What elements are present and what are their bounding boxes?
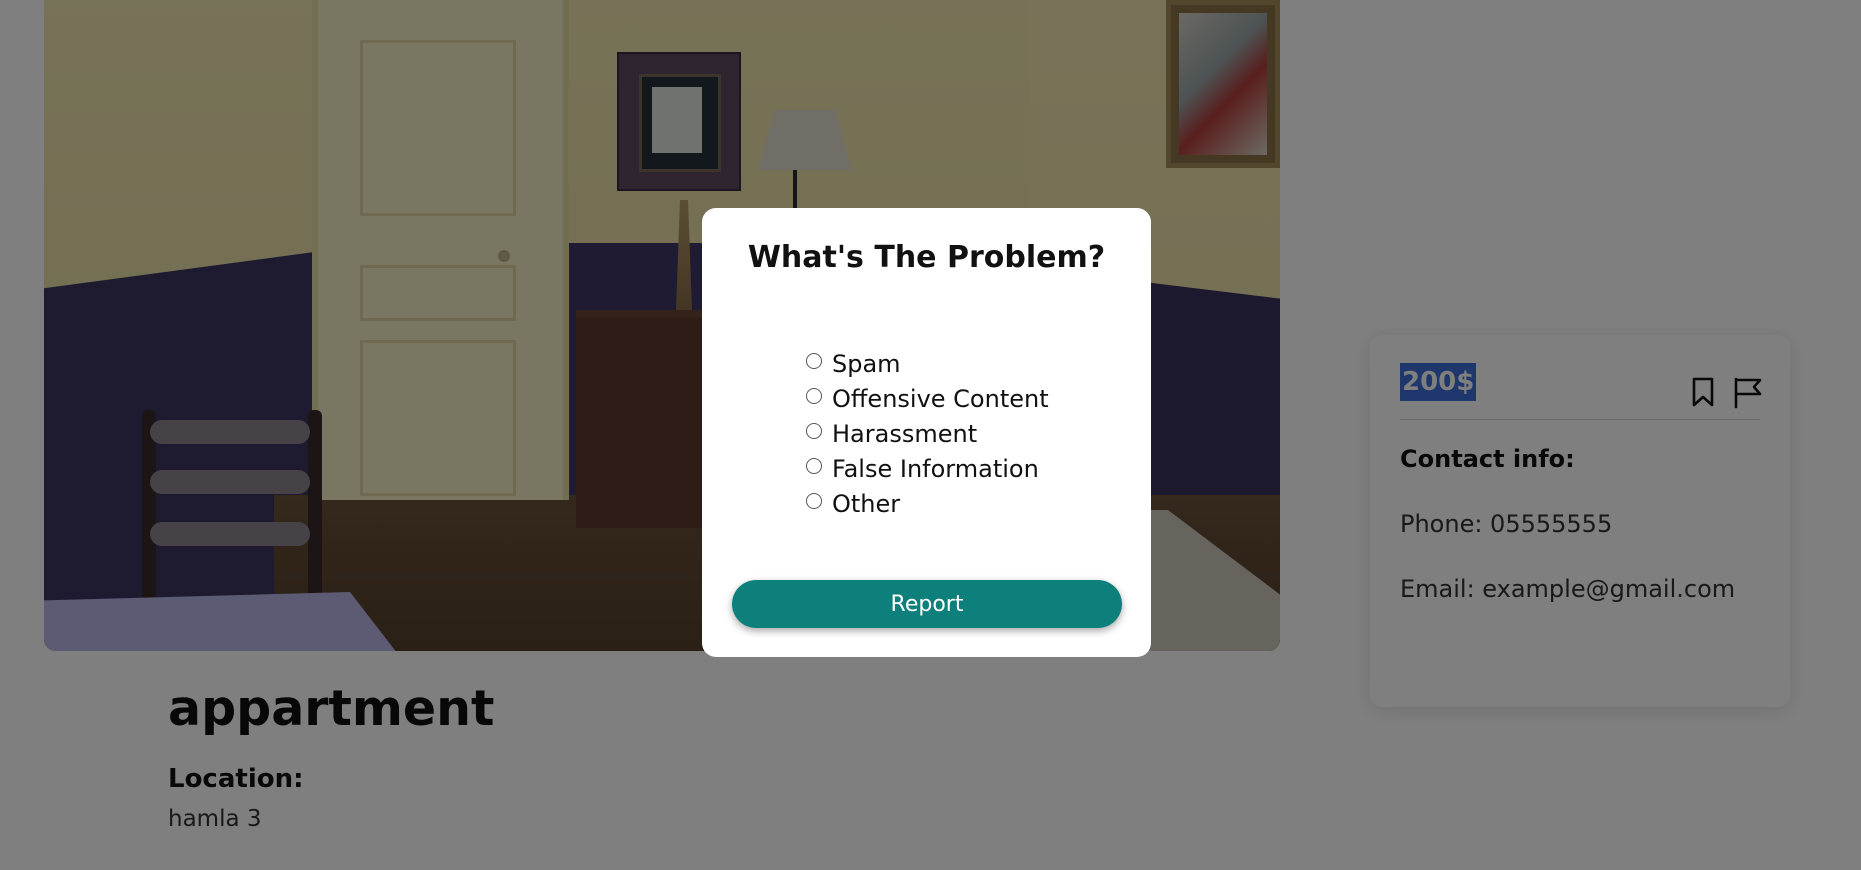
radio-button[interactable] [806, 457, 822, 474]
option-harassment[interactable]: Harassment [806, 416, 1049, 451]
report-reason-options: Spam Offensive Content Harassment False … [806, 346, 1049, 521]
option-label: Other [832, 489, 901, 518]
report-modal: What's The Problem? Spam Offensive Conte… [702, 208, 1151, 657]
option-label: False Information [832, 454, 1039, 483]
option-false-information[interactable]: False Information [806, 451, 1049, 486]
option-offensive-content[interactable]: Offensive Content [806, 381, 1049, 416]
option-label: Spam [832, 349, 901, 378]
modal-title: What's The Problem? [747, 240, 1106, 275]
radio-button[interactable] [806, 422, 822, 439]
option-label: Harassment [832, 419, 978, 448]
radio-button[interactable] [806, 492, 822, 509]
option-other[interactable]: Other [806, 486, 1049, 521]
radio-button[interactable] [806, 352, 822, 369]
option-label: Offensive Content [832, 384, 1049, 413]
report-button[interactable]: Report [732, 580, 1122, 628]
radio-button[interactable] [806, 387, 822, 404]
listing-page: appartment Location: hamla 3 200$ Contac… [0, 0, 1861, 870]
option-spam[interactable]: Spam [806, 346, 1049, 381]
